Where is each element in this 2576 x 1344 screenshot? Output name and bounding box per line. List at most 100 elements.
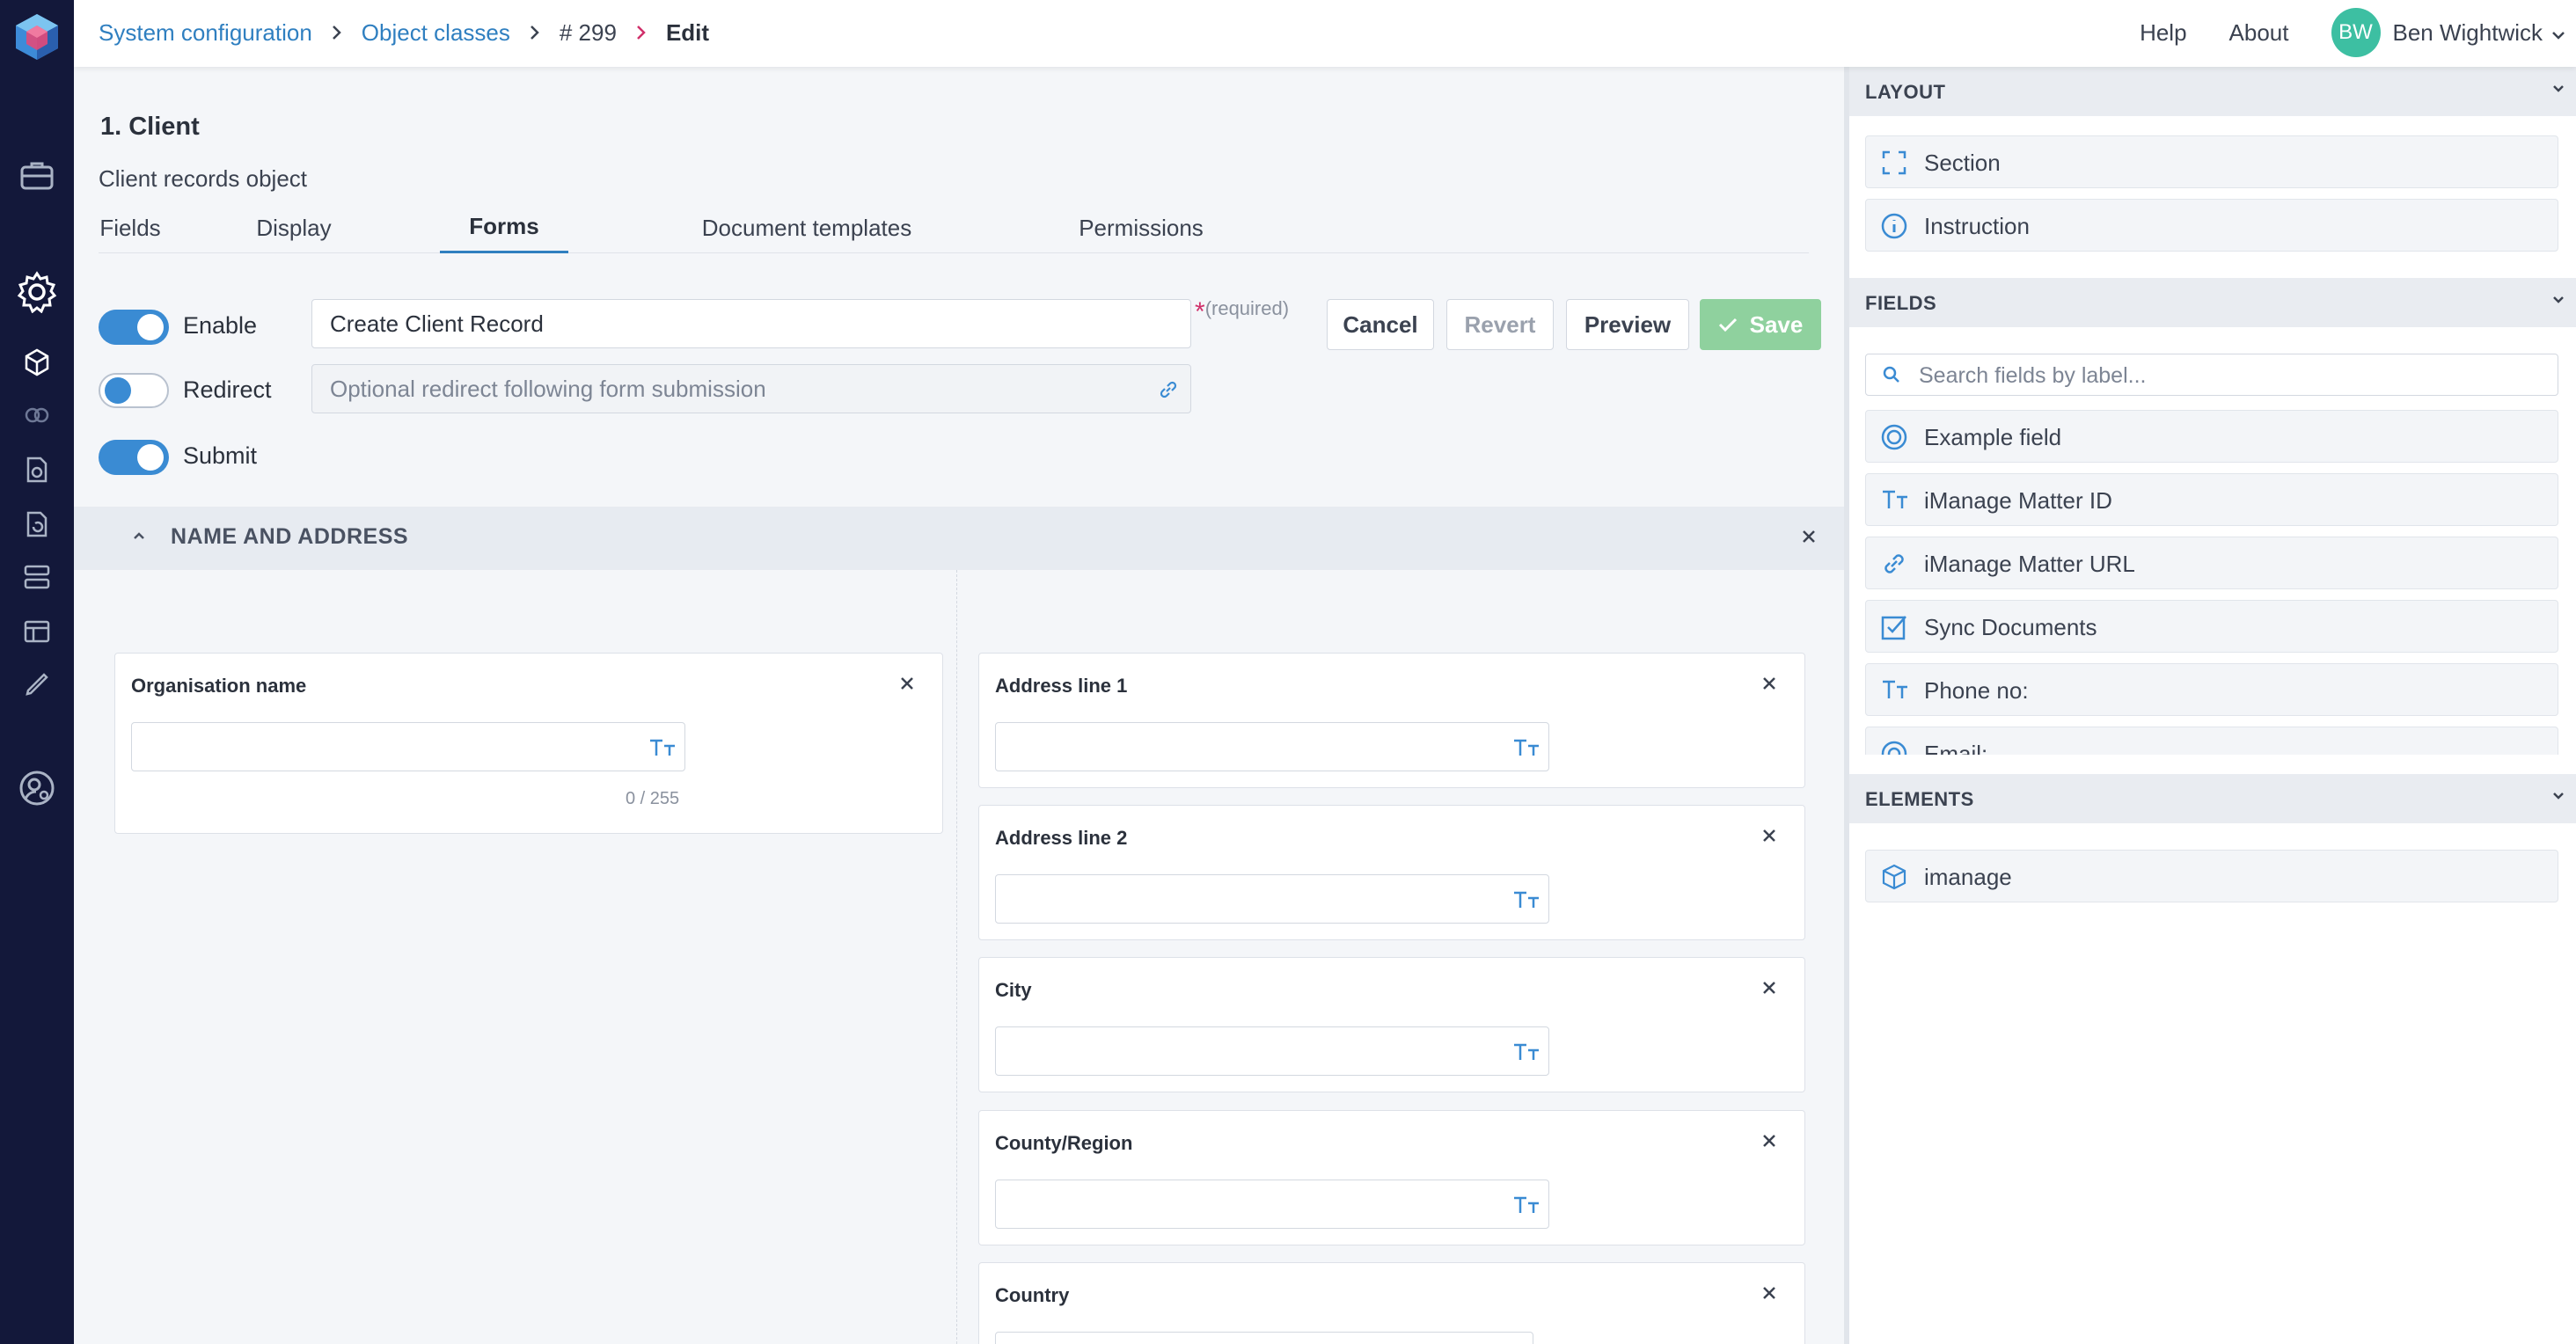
elements-header-label: ELEMENTS	[1865, 788, 1974, 810]
close-icon[interactable]	[1800, 528, 1818, 550]
country-select[interactable]	[995, 1332, 1533, 1344]
at-sign-icon	[1880, 740, 1908, 755]
close-icon[interactable]	[1760, 1284, 1778, 1306]
link-icon	[1157, 378, 1180, 407]
info-icon	[1880, 212, 1908, 245]
close-icon[interactable]	[1760, 827, 1778, 849]
chevron-down-icon[interactable]	[2551, 790, 2565, 806]
relations-icon[interactable]	[0, 399, 74, 431]
tab-display[interactable]: Display	[248, 202, 340, 253]
text-type-icon	[1511, 889, 1541, 915]
server-icon[interactable]	[0, 559, 74, 595]
redirect-toggle[interactable]	[99, 373, 169, 408]
text-type-icon	[1511, 737, 1541, 763]
settings-gear-icon[interactable]	[0, 269, 74, 315]
radio-target-icon	[1880, 423, 1908, 456]
top-bar: System configuration Object classes # 29…	[74, 0, 2576, 67]
chevron-down-icon[interactable]	[2551, 294, 2565, 310]
section-header[interactable]: NAME AND ADDRESS	[74, 507, 1844, 570]
user-settings-icon[interactable]	[0, 767, 74, 809]
user-name[interactable]: Ben Wightwick	[2393, 19, 2543, 47]
organisation-name-input[interactable]	[131, 722, 685, 771]
text-type-icon	[1511, 1041, 1541, 1067]
text-type-icon	[1511, 1194, 1541, 1220]
breadcrumb-current: Edit	[665, 18, 710, 46]
form-field-card[interactable]: County/Region	[978, 1110, 1805, 1245]
county-region-input[interactable]	[995, 1180, 1549, 1229]
elements-panel-header[interactable]: ELEMENTS	[1849, 774, 2576, 823]
layout-item-section[interactable]: Section	[1865, 135, 2558, 188]
pen-icon[interactable]	[0, 667, 74, 702]
form-field-card[interactable]: Address line 2	[978, 805, 1805, 940]
redirect-label: Redirect	[183, 376, 272, 403]
field-item-label: Sync Documents	[1924, 614, 2097, 640]
avatar[interactable]: BW	[2331, 8, 2381, 57]
briefcase-icon[interactable]	[0, 155, 74, 195]
chevron-up-icon[interactable]	[132, 530, 146, 545]
preview-button[interactable]: Preview	[1566, 299, 1689, 350]
form-name-input[interactable]: Create Client Record	[311, 299, 1191, 348]
tab-forms[interactable]: Forms	[440, 202, 568, 253]
fields-header-label: FIELDS	[1865, 292, 1937, 314]
fields-panel-header[interactable]: FIELDS	[1849, 278, 2576, 327]
cancel-button[interactable]: Cancel	[1327, 299, 1434, 350]
table-icon[interactable]	[0, 614, 74, 649]
breadcrumb-system-configuration[interactable]: System configuration	[99, 19, 312, 47]
check-icon	[1718, 317, 1738, 332]
about-link[interactable]: About	[2229, 19, 2289, 47]
layout-header-label: LAYOUT	[1865, 81, 1946, 103]
close-icon[interactable]	[898, 675, 916, 697]
form-field-card[interactable]: Country	[978, 1262, 1805, 1344]
document-refresh-icon[interactable]	[0, 507, 74, 542]
redirect-url-input[interactable]: Optional redirect following form submiss…	[311, 364, 1191, 413]
tab-permissions[interactable]: Permissions	[1049, 202, 1233, 253]
field-item-imanage-matter-id[interactable]: iManage Matter ID	[1865, 473, 2558, 526]
field-item-sync-documents[interactable]: Sync Documents	[1865, 600, 2558, 653]
close-icon[interactable]	[1760, 675, 1778, 697]
field-search-input[interactable]: Search fields by label...	[1865, 354, 2558, 396]
enable-toggle[interactable]	[99, 310, 169, 345]
field-item-label: Email:	[1924, 741, 1988, 755]
section-column-left: Organisation name 0 / 255	[74, 570, 957, 1344]
city-input[interactable]	[995, 1026, 1549, 1076]
page-subtitle: Client records object	[99, 165, 307, 192]
section-bracket-icon	[1880, 149, 1908, 181]
chevron-right-icon	[530, 25, 540, 40]
field-item-phone[interactable]: Phone no:	[1865, 663, 2558, 716]
close-icon[interactable]	[1760, 1132, 1778, 1154]
field-item-label: iManage Matter ID	[1924, 487, 2112, 514]
field-item-email[interactable]: Email:	[1865, 727, 2558, 755]
form-field-card[interactable]: Organisation name 0 / 255	[114, 653, 943, 834]
form-field-card[interactable]: City	[978, 957, 1805, 1092]
tab-fields[interactable]: Fields	[99, 202, 162, 253]
tab-bar: Fields Display Forms Document templates …	[99, 202, 1809, 253]
element-item-label: imanage	[1924, 864, 2012, 890]
main-content: 1. Client Client records object Fields D…	[74, 67, 1844, 1344]
field-item-example[interactable]: Example field	[1865, 410, 2558, 463]
address-line-1-input[interactable]	[995, 722, 1549, 771]
field-label: City	[995, 979, 1032, 1001]
chevron-down-icon[interactable]	[2551, 19, 2565, 47]
cube-icon[interactable]	[0, 345, 74, 380]
field-item-imanage-matter-url[interactable]: iManage Matter URL	[1865, 537, 2558, 589]
breadcrumb-object-classes[interactable]: Object classes	[362, 19, 510, 47]
text-type-icon	[1880, 676, 1910, 707]
chevron-right-icon	[636, 25, 647, 40]
form-field-card[interactable]: Address line 1	[978, 653, 1805, 788]
field-item-label: Phone no:	[1924, 677, 2029, 704]
document-sync-icon[interactable]	[0, 452, 74, 487]
element-item-imanage[interactable]: imanage	[1865, 850, 2558, 902]
close-icon[interactable]	[1760, 979, 1778, 1001]
revert-button[interactable]: Revert	[1446, 299, 1554, 350]
text-type-icon	[648, 737, 677, 763]
help-link[interactable]: Help	[2140, 19, 2186, 47]
address-line-2-input[interactable]	[995, 874, 1549, 924]
chevron-down-icon[interactable]	[2551, 83, 2565, 99]
layout-item-instruction[interactable]: Instruction	[1865, 199, 2558, 252]
breadcrumb-record-id[interactable]: # 299	[560, 19, 617, 47]
submit-toggle[interactable]	[99, 440, 169, 475]
tab-document-templates[interactable]: Document templates	[670, 202, 943, 253]
app-logo-icon[interactable]	[0, 12, 74, 62]
save-button[interactable]: Save	[1700, 299, 1821, 350]
layout-panel-header[interactable]: LAYOUT	[1849, 67, 2576, 116]
